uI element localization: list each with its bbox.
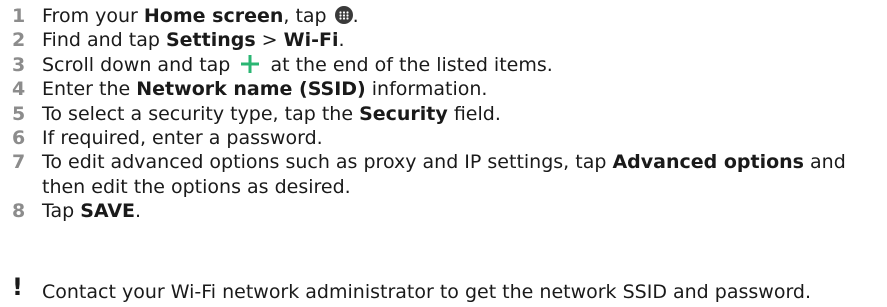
save-label: SAVE (80, 200, 136, 223)
step-text: Enter the Network name (SSID) informatio… (42, 78, 488, 101)
step-text: Tap SAVE. (42, 200, 142, 223)
step-text: If required, enter a password. (42, 127, 323, 150)
step-text: To edit advanced options such as proxy a… (42, 151, 846, 198)
step-number: 8 (12, 200, 26, 223)
wifi-label: Wi-Fi (283, 29, 339, 52)
apps-grid-icon (334, 6, 353, 24)
step-number: 6 (12, 127, 26, 150)
note: ! Contact your Wi-Fi network administrat… (10, 273, 812, 304)
step-item: 4 Enter the Network name (SSID) informat… (10, 77, 880, 101)
step-number: 5 (12, 102, 26, 125)
step-number: 3 (12, 53, 26, 76)
step-number: 2 (12, 29, 26, 52)
step-number: 7 (12, 151, 26, 174)
step-item: 3 Scroll down and tap at the end of the … (10, 53, 880, 77)
step-text: From your Home screen, tap . (42, 5, 359, 27)
step-text: Scroll down and tap at the end of the li… (42, 53, 553, 76)
step-item: 5 To select a security type, tap the Sec… (10, 102, 880, 126)
settings-label: Settings (165, 29, 256, 52)
step-item: 7 To edit advanced options such as proxy… (10, 150, 880, 199)
security-label: Security (359, 102, 448, 125)
step-item: 1 From your Home screen, tap . (10, 4, 880, 28)
step-number: 1 (12, 5, 26, 27)
step-item: 8 Tap SAVE. (10, 199, 880, 223)
step-text: To select a security type, tap the Secur… (42, 102, 501, 125)
step-text: Find and tap Settings > Wi-Fi. (42, 29, 345, 52)
exclamation-icon: ! (12, 273, 23, 301)
step-item: 2 Find and tap Settings > Wi-Fi. (10, 28, 880, 52)
instruction-steps: 1 From your Home screen, tap . 2 Find an… (10, 4, 880, 224)
advanced-options-label: Advanced options (612, 151, 804, 174)
home-screen-label: Home screen (143, 5, 284, 27)
network-name-label: Network name (SSID) (136, 78, 366, 101)
step-number: 4 (12, 78, 26, 101)
plus-icon (238, 54, 262, 74)
note-text: Contact your Wi-Fi network administrator… (42, 281, 812, 303)
step-item: 6 If required, enter a password. (10, 126, 880, 150)
